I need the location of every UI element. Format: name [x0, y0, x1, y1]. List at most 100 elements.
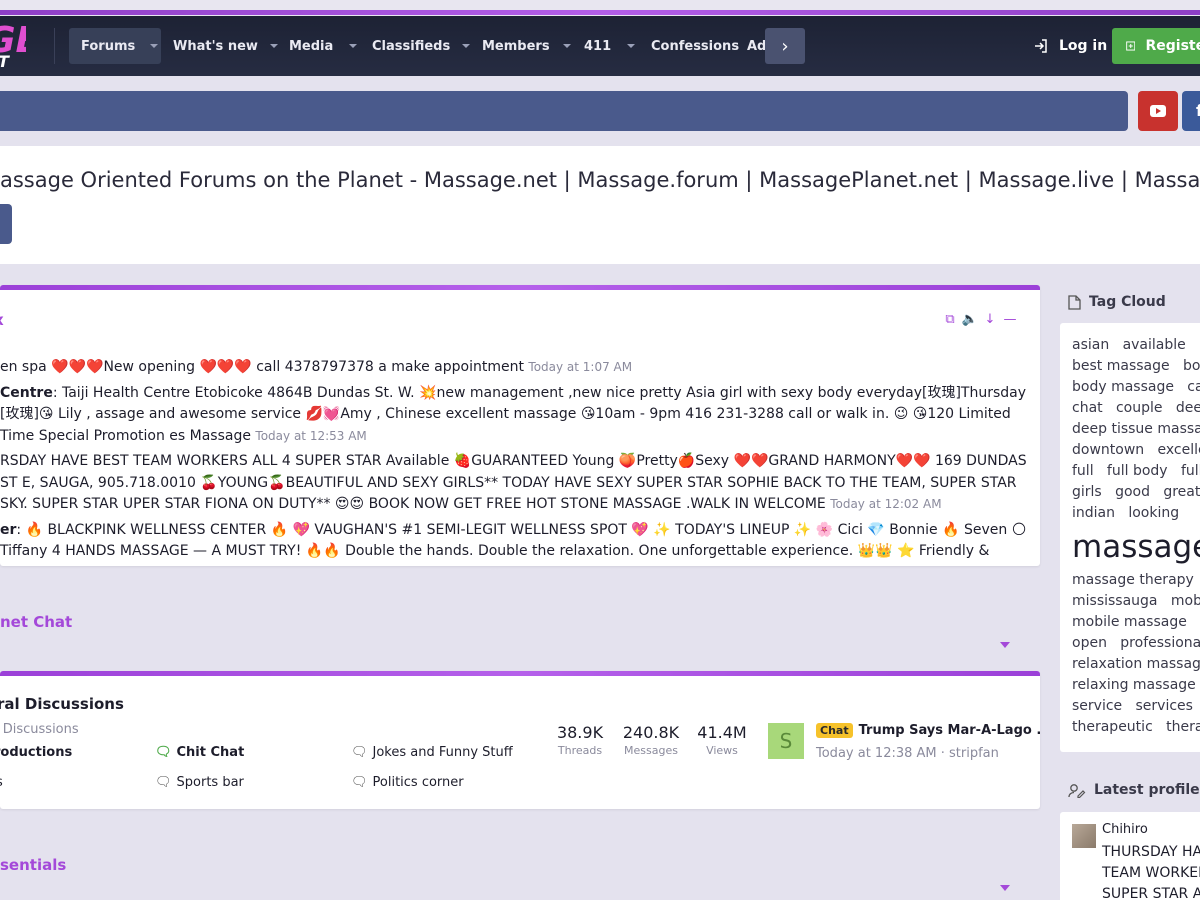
tag-line[interactable]: mobile massage n: [1072, 612, 1200, 633]
subforum-link[interactable]: 🗨 Politics corner: [351, 775, 464, 790]
tab-members[interactable]: Members: [470, 28, 572, 64]
subforum-link[interactable]: 🗨 Chit Chat: [155, 745, 244, 760]
subforum-label: Sports bar: [176, 775, 244, 790]
post-text[interactable]: en spa ❤️❤️❤️New opening ❤️❤️❤️ call 437…: [0, 359, 524, 375]
notice-button[interactable]: [0, 204, 12, 244]
tab-whats-new[interactable]: What's new: [161, 28, 277, 64]
tab-ads[interactable]: Ads: [735, 28, 765, 64]
chevron-down-icon[interactable]: [147, 44, 161, 48]
tab-media[interactable]: Media: [277, 28, 360, 64]
avatar[interactable]: [1072, 824, 1096, 848]
login-label: Log in: [1059, 38, 1108, 54]
block-accent: [0, 671, 1040, 676]
nav-tabs: Forums What's new Media Classifieds Memb…: [69, 28, 765, 64]
profile-post-author[interactable]: Chihiro: [1102, 822, 1148, 837]
tag-line[interactable]: full full body full b: [1072, 461, 1200, 482]
chevron-down-icon[interactable]: [462, 44, 470, 48]
latest-thread-meta[interactable]: Today at 12:38 AM · stripfan: [816, 746, 999, 761]
tag-line[interactable]: relaxing massage r: [1072, 675, 1200, 696]
external-link-icon[interactable]: ⧉: [942, 311, 958, 327]
post-author[interactable]: Centre: [0, 385, 53, 401]
tag-line[interactable]: body massage call: [1072, 377, 1200, 398]
post-text[interactable]: : 🔥 BLACKPINK WELLNESS CENTER 🔥 💖 VAUGHA…: [0, 522, 1026, 567]
post-text[interactable]: : Taiji Health Centre Etobicoke 4864B Du…: [0, 385, 1026, 444]
stat-views: 41.4M Views: [697, 723, 747, 757]
tab-label: Ads: [747, 38, 765, 54]
tag-line[interactable]: chat couple deep: [1072, 398, 1200, 419]
collapse-icon[interactable]: —: [1002, 311, 1018, 327]
stat-value: 41.4M: [697, 723, 747, 742]
profile-post-text[interactable]: THURSDAY HAVE BEST TEAM WORKERS ALL 4 SU…: [1102, 842, 1200, 900]
list-item[interactable]: en spa ❤️❤️❤️New opening ❤️❤️❤️ call 437…: [0, 357, 1036, 379]
category-title[interactable]: net Chat: [0, 613, 72, 631]
facebook-button[interactable]: f: [1182, 91, 1200, 131]
avatar[interactable]: S: [768, 723, 804, 759]
category-title[interactable]: sentials: [0, 856, 66, 874]
forum-title[interactable]: ral Discussions: [0, 695, 124, 713]
collapse-caret-icon[interactable]: [1000, 885, 1010, 891]
chevron-down-icon[interactable]: [623, 44, 639, 48]
list-item[interactable]: RSDAY HAVE BEST TEAM WORKERS ALL 4 SUPER…: [0, 451, 1036, 516]
post-time: Today at 12:53 AM: [255, 428, 367, 443]
tag-cloud: asian available be best massage body bod…: [1060, 323, 1200, 752]
tag-line[interactable]: service services s: [1072, 696, 1200, 717]
heading-label: Tag Cloud: [1089, 294, 1166, 310]
widget-controls: ⧉ 🔈 ↓ —: [942, 311, 1018, 327]
user-edit-icon: [1068, 783, 1086, 798]
post-author[interactable]: er: [0, 522, 16, 538]
tag-line[interactable]: asian available be: [1072, 335, 1200, 356]
tag-line[interactable]: mississauga mobil: [1072, 591, 1200, 612]
tab-411[interactable]: 411: [572, 28, 639, 64]
tag-list: asian available be best massage body bod…: [1072, 335, 1200, 738]
block-accent: [0, 285, 1040, 290]
list-item[interactable]: er: 🔥 BLACKPINK WELLNESS CENTER 🔥 💖 VAUG…: [0, 520, 1036, 567]
chat-bubbles-icon: 🗨: [155, 775, 172, 790]
tab-classifieds[interactable]: Classifieds: [360, 28, 470, 64]
tag-line[interactable]: downtown exceller: [1072, 440, 1200, 461]
forum-description: l Discussions: [0, 722, 79, 737]
subforum-link[interactable]: roductions: [0, 745, 72, 760]
subforum-link[interactable]: 🗨 Sports bar: [155, 775, 244, 790]
chevron-down-icon[interactable]: [562, 44, 572, 48]
post-time: Today at 1:07 AM: [528, 360, 633, 374]
nav-scroll-right-button[interactable]: ›: [765, 28, 805, 64]
youtube-button[interactable]: [1138, 91, 1178, 131]
list-item[interactable]: Centre: Taiji Health Centre Etobicoke 48…: [0, 383, 1036, 448]
login-button[interactable]: Log in: [1033, 34, 1107, 58]
subforum-label: roductions: [0, 745, 73, 760]
tag-line[interactable]: indian looking: [1072, 503, 1200, 524]
sub-navigation-bar: [0, 91, 1128, 131]
logo-text-bottom: T: [0, 52, 9, 71]
widget-title[interactable]: x: [0, 311, 4, 329]
subforum-link[interactable]: s: [0, 775, 3, 790]
register-button[interactable]: Register: [1112, 28, 1200, 64]
login-icon: [1035, 39, 1047, 53]
latest-thread-link[interactable]: Chat Trump Says Mar-A-Lago ...: [816, 723, 1040, 738]
subforum-label: s: [0, 775, 3, 790]
stat-messages: 240.8K Messages: [622, 723, 680, 757]
facebook-icon: f: [1196, 101, 1200, 120]
tag-line[interactable]: best massage body: [1072, 356, 1200, 377]
tag-line[interactable]: girls good great: [1072, 482, 1200, 503]
tag-line[interactable]: relaxation massage: [1072, 654, 1200, 675]
tag-massage[interactable]: massage: [1072, 524, 1200, 570]
subforum-link[interactable]: 🗨 Jokes and Funny Stuff: [351, 745, 513, 760]
tag-line[interactable]: massage therapy n: [1072, 570, 1200, 591]
tab-confessions[interactable]: Confessions: [639, 28, 739, 64]
collapse-caret-icon[interactable]: [1000, 642, 1010, 648]
site-logo[interactable]: GE T: [0, 20, 26, 72]
sound-icon[interactable]: 🔈: [962, 311, 978, 327]
profile-posts-heading: Latest profile posts: [1068, 782, 1200, 798]
chat-bubbles-icon: 🗨: [351, 775, 368, 790]
tag-line[interactable]: deep tissue massag: [1072, 419, 1200, 440]
tag-line[interactable]: therapeutic therap: [1072, 717, 1200, 738]
tag-line[interactable]: open professional: [1072, 633, 1200, 654]
top-accent: [0, 0, 1200, 16]
tab-forums[interactable]: Forums: [69, 28, 161, 64]
stat-label: Messages: [624, 744, 678, 757]
chevron-down-icon[interactable]: [345, 44, 360, 48]
plus-square-icon: [1126, 41, 1136, 51]
tab-label: Media: [289, 38, 334, 54]
chevron-right-icon: ›: [781, 35, 789, 57]
arrow-down-icon[interactable]: ↓: [982, 311, 998, 327]
